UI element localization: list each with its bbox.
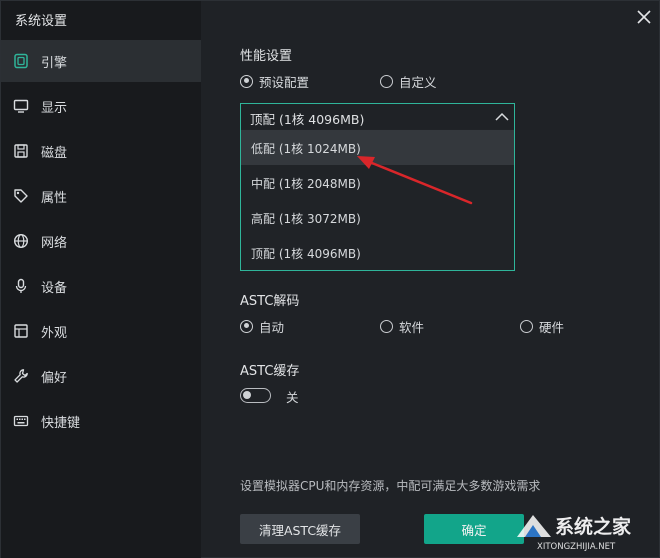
option-label: 顶配 (1核 4096MB) <box>251 247 361 261</box>
radio-dot <box>380 319 393 333</box>
hint-text: 设置模拟器CPU和内存资源，中配可满足大多数游戏需求 <box>240 479 541 493</box>
radio-label: 预设配置 <box>259 74 310 90</box>
radio-label: 软件 <box>399 319 425 335</box>
settings-window: 系统设置 引擎 显示 磁盘 属性 网络 设备 外观 偏好 快捷键 性能设置 预设… <box>0 0 660 558</box>
sidebar-item-network[interactable]: 网络 <box>1 220 201 262</box>
appearance-icon <box>14 324 28 338</box>
annotation-arrow <box>357 156 473 205</box>
radio-custom[interactable]: 自定义 <box>380 72 437 90</box>
radio-preset[interactable]: 预设配置 <box>240 72 309 90</box>
radio-dot <box>520 319 533 333</box>
sidebar-item-label: 引擎 <box>41 56 68 71</box>
radio-label: 自定义 <box>399 74 437 90</box>
performance-title: 性能设置 <box>240 49 293 64</box>
config-select-value: 顶配 (1核 4096MB) <box>250 112 365 127</box>
globe-icon <box>13 233 29 249</box>
tag-icon <box>14 189 28 203</box>
sidebar-item-properties[interactable]: 属性 <box>1 175 201 217</box>
radio-astc-hardware[interactable]: 硬件 <box>520 317 564 335</box>
engine-icon <box>14 53 28 69</box>
option-label: 中配 (1核 2048MB) <box>251 177 361 191</box>
toggle-knob <box>243 391 251 399</box>
sidebar-item-display[interactable]: 显示 <box>1 85 201 127</box>
radio-dot <box>380 74 393 88</box>
astc-cache-title: ASTC缓存 <box>240 364 300 379</box>
sidebar-item-engine[interactable]: 引擎 <box>1 40 201 82</box>
option-label: 低配 (1核 1024MB) <box>251 142 361 156</box>
monitor-icon <box>13 99 29 113</box>
keyboard-icon <box>13 415 29 427</box>
sidebar-item-label: 网络 <box>41 236 68 251</box>
astc-decode-title: ASTC解码 <box>240 294 300 309</box>
wrench-icon <box>14 369 28 383</box>
radio-dot <box>240 74 253 88</box>
dropdown-option-top[interactable]: 顶配 (1核 4096MB) <box>241 235 514 270</box>
radio-astc-software[interactable]: 软件 <box>380 317 424 335</box>
ok-button[interactable]: 确定 <box>424 514 524 544</box>
sidebar-item-label: 设备 <box>41 281 68 296</box>
sidebar-item-label: 外观 <box>41 326 68 341</box>
svg-text:XITONGZHIJIA.NET: XITONGZHIJIA.NET <box>537 542 616 552</box>
sidebar-item-shortcuts[interactable]: 快捷键 <box>1 400 201 442</box>
config-select[interactable]: 顶配 (1核 4096MB) <box>240 103 515 130</box>
sidebar-item-devices[interactable]: 设备 <box>1 265 201 307</box>
disk-icon <box>14 144 28 158</box>
sidebar-item-label: 快捷键 <box>41 416 81 431</box>
microphone-icon <box>15 278 27 293</box>
watermark-logo: 系统之家 XITONGZHIJIA.NET <box>517 515 632 552</box>
close-icon[interactable] <box>634 7 654 27</box>
sidebar-item-preferences[interactable]: 偏好 <box>1 355 201 397</box>
chevron-up-icon <box>495 112 509 121</box>
radio-label: 硬件 <box>539 319 565 335</box>
astc-cache-toggle-label: 关 <box>286 390 299 405</box>
astc-cache-toggle[interactable] <box>240 388 271 403</box>
sidebar-item-label: 磁盘 <box>41 146 68 161</box>
sidebar-item-appearance[interactable]: 外观 <box>1 310 201 352</box>
sidebar: 系统设置 引擎 显示 磁盘 属性 网络 设备 外观 偏好 快捷键 <box>1 1 201 558</box>
sidebar-item-label: 偏好 <box>41 371 68 386</box>
clear-astc-cache-button[interactable]: 清理ASTC缓存 <box>240 514 360 544</box>
sidebar-item-disk[interactable]: 磁盘 <box>1 130 201 172</box>
sidebar-item-label: 显示 <box>41 101 68 116</box>
window-title: 系统设置 <box>15 14 68 29</box>
option-label: 高配 (1核 3072MB) <box>251 212 361 226</box>
svg-text:系统之家: 系统之家 <box>555 515 632 538</box>
radio-dot <box>240 319 253 333</box>
radio-astc-auto[interactable]: 自动 <box>240 317 284 335</box>
radio-label: 自动 <box>259 319 285 335</box>
sidebar-item-label: 属性 <box>41 191 68 206</box>
